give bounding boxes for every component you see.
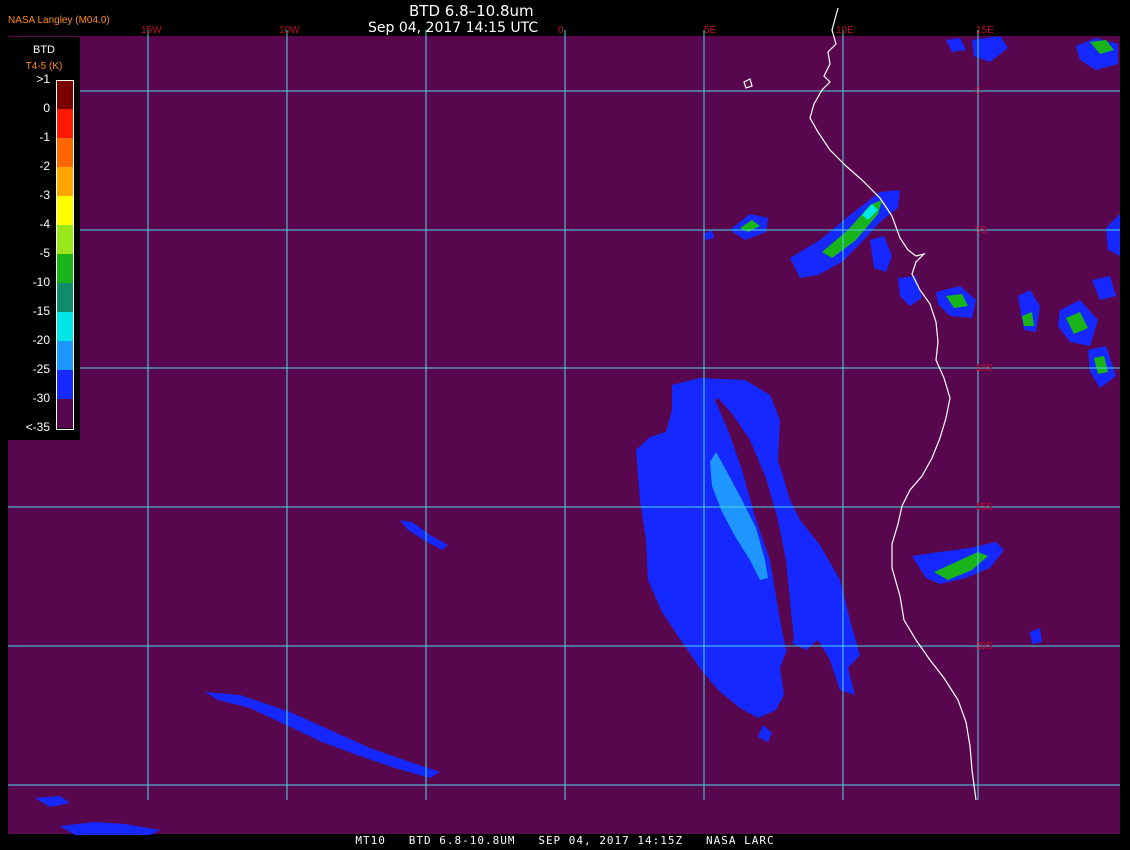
legend-swatch [56,283,74,312]
legend-level-label: -3 [39,188,50,202]
legend-title: BTD [33,44,55,56]
map-background [8,36,1120,834]
legend-level-label: -30 [32,391,50,405]
satellite-map[interactable]: 15W 10W 0 5E 10E 15E 0 5S 10S 15S 20S [0,0,1130,850]
grid-label-lat-0: 0 [975,86,981,97]
legend-level-label: -2 [39,159,50,173]
grid-label-lat-5s: 5S [975,225,988,236]
grid-label-lat-10s: 10S [975,363,993,374]
grid-label-lon-15w: 15W [141,25,162,36]
grid-label-lon-15e: 15E [976,25,994,36]
legend-level-label: >1 [36,72,50,86]
legend-level-label: <-35 [25,420,50,434]
color-legend: BTD T4-5 (K) >1 0 -1 -2 -3 -4 -5 -10 -15 -20 -25 -3… [8,37,80,440]
legend-level-label: -20 [32,333,50,347]
legend-level-label: -10 [32,275,50,289]
legend-swatch [56,109,74,138]
product-title: BTD 6.8–10.8um [409,2,534,20]
grid-label-lon-10e: 10E [836,25,854,36]
legend-level-label: -15 [32,304,50,318]
legend-swatch [56,312,74,341]
grid-label-lon-10w: 10W [279,25,300,36]
legend-level-label: -1 [39,130,50,144]
grid-label-lat-20s: 20S [975,641,993,652]
legend-swatch [56,196,74,225]
image-datetime: Sep 04, 2017 14:15 UTC [368,20,539,36]
legend-subtitle: T4-5 (K) [25,61,63,72]
grid-label-lat-15s: 15S [975,502,993,513]
legend-swatch [56,341,74,370]
legend-swatch [56,138,74,167]
legend-swatch [56,370,74,399]
grid-label-lon-5e: 5E [704,25,717,36]
legend-swatch [56,254,74,283]
footer-caption: MT10 BTD 6.8-10.8UM SEP 04, 2017 14:15Z … [355,834,775,847]
legend-level-label: -5 [39,246,50,260]
legend-swatch [56,167,74,196]
legend-swatch [56,225,74,254]
legend-swatch [56,399,74,428]
legend-swatch [56,80,74,109]
legend-level-label: -25 [32,362,50,376]
legend-level-label: -4 [39,217,50,231]
grid-label-lon-0: 0 [558,25,564,36]
org-label: NASA Langley (M04.0) [8,15,110,26]
legend-level-label: 0 [43,101,50,115]
